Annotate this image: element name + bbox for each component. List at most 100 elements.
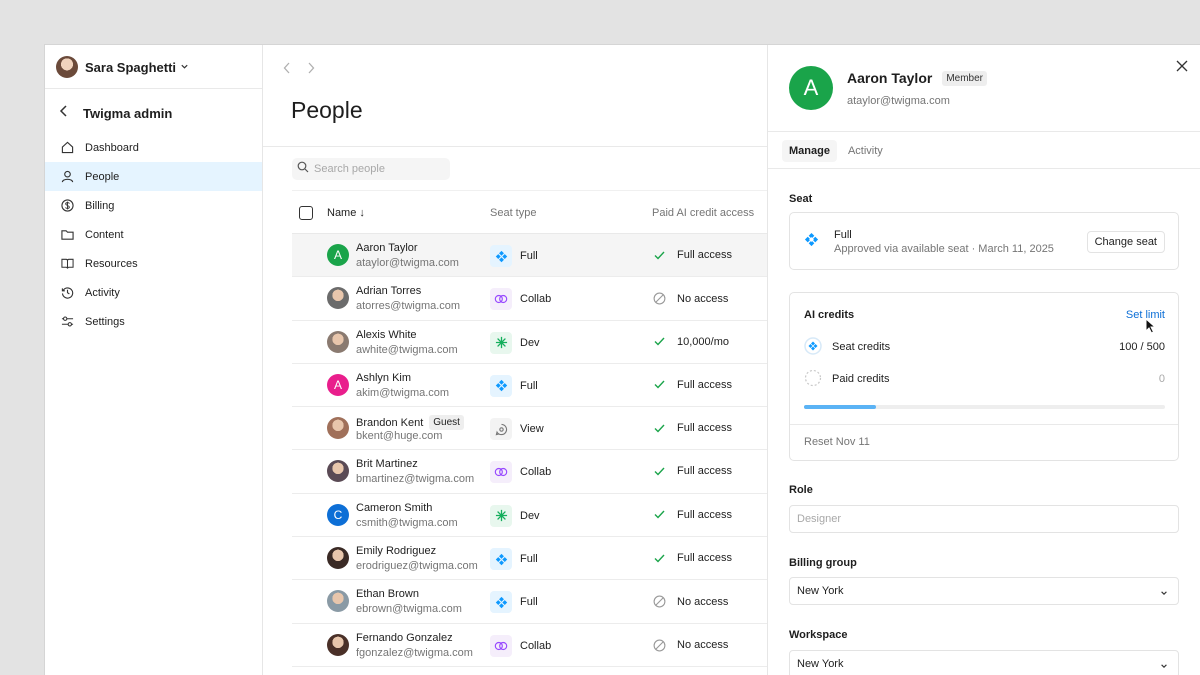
credits-progress-bar — [804, 405, 1165, 409]
view-seat-icon — [490, 418, 512, 441]
ai-access-cell[interactable]: No access — [652, 292, 728, 305]
reset-date: Reset Nov 11 — [804, 436, 870, 448]
ai-access-cell[interactable]: Full access — [652, 509, 732, 521]
ai-access-cell[interactable]: Full access — [652, 465, 732, 477]
seat-type-cell[interactable]: View — [490, 418, 544, 441]
paid-credits-value: 0 — [1158, 373, 1165, 385]
ai-access-cell[interactable]: No access — [652, 639, 728, 652]
seat-type-cell[interactable]: Collab — [490, 288, 552, 311]
person-name: Adrian Torres — [356, 285, 422, 298]
seat-type-label: Collab — [520, 639, 552, 652]
seat-type-cell[interactable]: Full — [490, 245, 538, 267]
table-row[interactable]: Emily Rodriguez erodriguez@twigma.com Full… — [292, 537, 768, 581]
avatar — [327, 417, 349, 440]
check-icon — [652, 424, 666, 433]
avatar — [327, 460, 349, 483]
seat-type-cell[interactable]: Dev — [490, 504, 540, 527]
sidebar-item-activity[interactable]: Activity — [45, 278, 262, 307]
table-row[interactable]: Ethan Brown ebrown@twigma.com Full No acces… — [292, 580, 768, 624]
no-access-icon — [652, 595, 666, 608]
tab-manage[interactable]: Manage — [782, 140, 837, 162]
billing-group-label: Billing group — [789, 557, 857, 569]
person-name: Brit Martinez — [356, 458, 418, 471]
seat-type-cell[interactable]: Collab — [490, 634, 552, 657]
sidebar-item-people[interactable]: People — [45, 162, 262, 191]
book-icon — [60, 257, 74, 271]
table-row[interactable]: Brit Martinez bmartinez@twigma.com Collab F… — [292, 450, 768, 494]
no-access-icon — [652, 292, 666, 305]
chevron-down-icon — [1160, 661, 1168, 673]
table-row[interactable]: Fernando Gonzalez fgonzalez@twigma.com Col… — [292, 624, 768, 667]
select-all-checkbox[interactable] — [299, 206, 313, 220]
sidebar-item-label: People — [85, 170, 120, 183]
billing-group-select[interactable]: New York — [789, 577, 1179, 605]
seat-type-label: Collab — [520, 293, 552, 306]
ai-access-cell[interactable]: Full access — [652, 552, 732, 564]
sidebar-item-content[interactable]: Content — [45, 220, 262, 249]
panel-tabs: Manage Activity — [782, 140, 890, 162]
column-name[interactable]: Name ↓ — [327, 191, 365, 235]
table-row[interactable]: A Aaron Taylor ataylor@twigma.com Full Full … — [292, 234, 768, 278]
table-row[interactable]: Brandon Kent Guest bkent@huge.com View Full … — [292, 407, 768, 451]
ai-access-label: 10,000/mo — [677, 335, 729, 348]
ai-access-cell[interactable]: Full access — [652, 379, 732, 391]
seat-credits-icon — [804, 336, 822, 358]
back-icon[interactable] — [283, 61, 291, 79]
role-badge: Member — [942, 70, 987, 86]
ai-access-label: No access — [677, 639, 729, 652]
person-name-cell: Alexis White — [356, 329, 417, 341]
ai-access-cell[interactable]: Full access — [652, 249, 732, 261]
table-row[interactable]: Adrian Torres atorres@twigma.com Collab No … — [292, 277, 768, 321]
sidebar-item-dashboard[interactable]: Dashboard — [45, 133, 262, 162]
seat-type-cell[interactable]: Full — [490, 374, 538, 397]
table-row[interactable]: A Ashlyn Kim akim@twigma.com Full Full acces… — [292, 364, 768, 408]
dev-seat-icon — [490, 331, 512, 354]
guest-badge: Guest — [429, 415, 464, 431]
seat-type-cell[interactable]: Full — [490, 591, 538, 614]
person-name: Fernando Gonzalez — [356, 631, 453, 644]
column-seat-type[interactable]: Seat type — [490, 191, 536, 235]
divider — [45, 88, 262, 89]
change-seat-button[interactable]: Change seat — [1086, 231, 1165, 253]
user-name: Sara Spaghetti — [85, 59, 177, 75]
seat-type-label: Full — [520, 553, 538, 566]
person-name: Aaron Taylor — [356, 242, 418, 254]
role-field[interactable]: Designer — [789, 505, 1179, 533]
seat-type-label: View — [520, 423, 544, 436]
person-name: Ashlyn Kim — [356, 371, 412, 384]
credits-progress-fill — [804, 405, 877, 409]
search-input[interactable] — [314, 163, 444, 175]
seat-type-cell[interactable]: Collab — [490, 461, 551, 484]
avatar — [327, 330, 349, 353]
ai-access-cell[interactable]: 10,000/mo — [652, 336, 729, 348]
full-seat-icon — [490, 245, 512, 267]
forward-icon[interactable] — [307, 61, 315, 79]
tab-activity[interactable]: Activity — [841, 140, 890, 162]
close-icon[interactable] — [1176, 59, 1188, 77]
seat-type-cell[interactable]: Dev — [490, 331, 540, 354]
workspace-select[interactable]: New York — [789, 650, 1179, 675]
sidebar-item-billing[interactable]: Billing — [45, 191, 262, 220]
divider — [768, 131, 1200, 132]
admin-title: Twigma admin — [83, 105, 173, 121]
history-nav — [283, 61, 315, 79]
back-arrow-icon[interactable] — [59, 104, 69, 122]
table-row[interactable]: Alexis White awhite@twigma.com Dev 10,000/m… — [292, 321, 768, 364]
workspace-value: New York — [797, 658, 844, 670]
sidebar-item-label: Resources — [85, 257, 138, 270]
person-name-cell: Cameron Smith — [356, 502, 432, 514]
table-row[interactable]: C Cameron Smith csmith@twigma.com Dev Full a… — [292, 494, 768, 538]
ai-access-cell[interactable]: Full access — [652, 422, 732, 434]
person-name-cell: Emily Rodriguez — [356, 545, 436, 557]
seat-type-label: Full — [520, 250, 538, 262]
ai-access-cell[interactable]: No access — [652, 595, 728, 608]
person-name-row: Aaron Taylor Member — [847, 70, 987, 86]
seat-type-cell[interactable]: Full — [490, 548, 538, 571]
divider — [768, 168, 1200, 169]
sidebar-item-resources[interactable]: Resources — [45, 249, 262, 278]
search-box[interactable] — [292, 158, 450, 180]
sidebar-item-settings[interactable]: Settings — [45, 307, 262, 336]
column-ai-access[interactable]: Paid AI credit access — [652, 191, 754, 235]
no-access-icon — [652, 639, 666, 652]
user-menu[interactable]: Sara Spaghetti — [56, 56, 189, 78]
